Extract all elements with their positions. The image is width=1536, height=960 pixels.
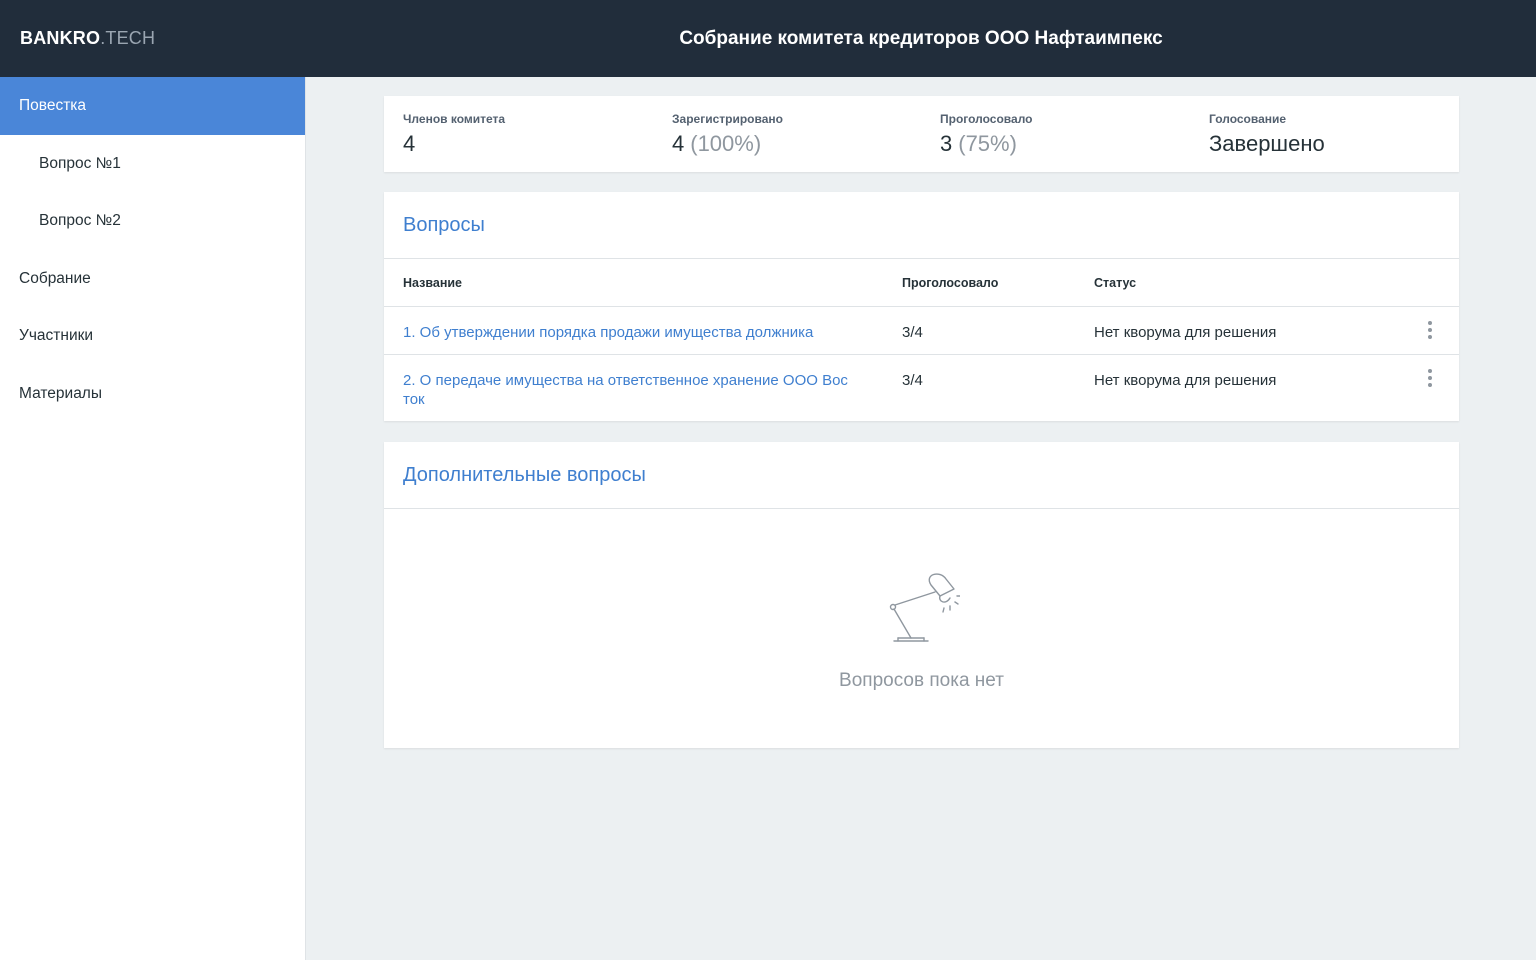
question-status: Нет кворума для решения [1094, 324, 1277, 341]
questions-table-header: Название Проголосовало Статус [384, 259, 1459, 307]
stat-members-value: 4 [403, 131, 505, 157]
stat-members: Членов комитета 4 [403, 112, 505, 157]
extra-questions-card: Дополнительные вопросы Вопросов пока нет [384, 442, 1459, 748]
sidebar-item-materials[interactable]: Материалы [0, 365, 305, 423]
question-status: Нет кворума для решения [1094, 372, 1277, 389]
logo-sub: .TECH [100, 28, 156, 48]
stat-voted: Проголосовало 3 (75%) [940, 112, 1032, 157]
question-votes: 3/4 [902, 372, 923, 389]
sidebar-item-participants[interactable]: Участники [0, 307, 305, 365]
stat-voted-number: 3 [940, 131, 953, 156]
stat-voting-value: Завершено [1209, 131, 1325, 157]
sidebar-item-question-2[interactable]: Вопрос №2 [0, 192, 305, 250]
top-bar: BANKRO.TECH Собрание комитета кредиторов… [0, 0, 1536, 77]
table-row[interactable]: 1. Об утверждении порядка продажи имущес… [384, 307, 1459, 355]
stat-voted-percent: (75%) [958, 131, 1017, 156]
desk-lamp-icon [889, 573, 960, 642]
sidebar-item-question-1[interactable]: Вопрос №1 [0, 135, 305, 193]
column-header-votes: Проголосовало [902, 276, 999, 290]
sidebar: Повестка Вопрос №1 Вопрос №2 Собрание Уч… [0, 77, 306, 960]
questions-title: Вопросы [384, 192, 1459, 259]
stat-registered: Зарегистрировано 4 (100%) [672, 112, 783, 157]
stat-registered-label: Зарегистрировано [672, 112, 783, 126]
extra-questions-title: Дополнительные вопросы [384, 442, 1459, 509]
stat-voting-status: Завершено [1209, 131, 1325, 156]
logo[interactable]: BANKRO.TECH [20, 0, 155, 77]
more-vertical-icon[interactable] [1424, 369, 1436, 391]
table-row[interactable]: 2. О передаче имущества на ответственное… [384, 355, 1459, 421]
sidebar-item-agenda[interactable]: Повестка [0, 77, 305, 135]
stat-voting-label: Голосование [1209, 112, 1287, 126]
empty-state-text: Вопросов пока нет [839, 670, 1004, 691]
column-header-status: Статус [1094, 276, 1137, 290]
questions-card: Вопросы Название Проголосовало Статус 1.… [384, 192, 1459, 421]
more-vertical-icon[interactable] [1424, 321, 1436, 343]
stat-registered-percent: (100%) [690, 131, 762, 156]
empty-state: Вопросов пока нет [384, 572, 1459, 692]
question-link[interactable]: 2. О передаче имущества на ответственное… [403, 371, 873, 409]
stat-registered-number: 4 [672, 131, 685, 156]
sidebar-item-meeting[interactable]: Собрание [0, 250, 305, 308]
stat-members-label: Членов комитета [403, 112, 506, 126]
column-header-name: Название [403, 276, 463, 290]
question-link[interactable]: 1. Об утверждении порядка продажи имущес… [403, 323, 873, 342]
stat-voted-value: 3 (75%) [940, 131, 1032, 157]
logo-main: BANKRO [20, 28, 101, 48]
stats-card: Членов комитета 4 Зарегистрировано 4 (100… [384, 96, 1459, 172]
stat-registered-value: 4 (100%) [672, 131, 783, 157]
stat-voted-label: Проголосовало [940, 112, 1033, 126]
stat-members-number: 4 [403, 131, 416, 156]
page-title: Собрание комитета кредиторов ООО Нафтаим… [679, 28, 1163, 49]
stat-voting: Голосование Завершено [1209, 112, 1325, 157]
question-votes: 3/4 [902, 324, 923, 341]
